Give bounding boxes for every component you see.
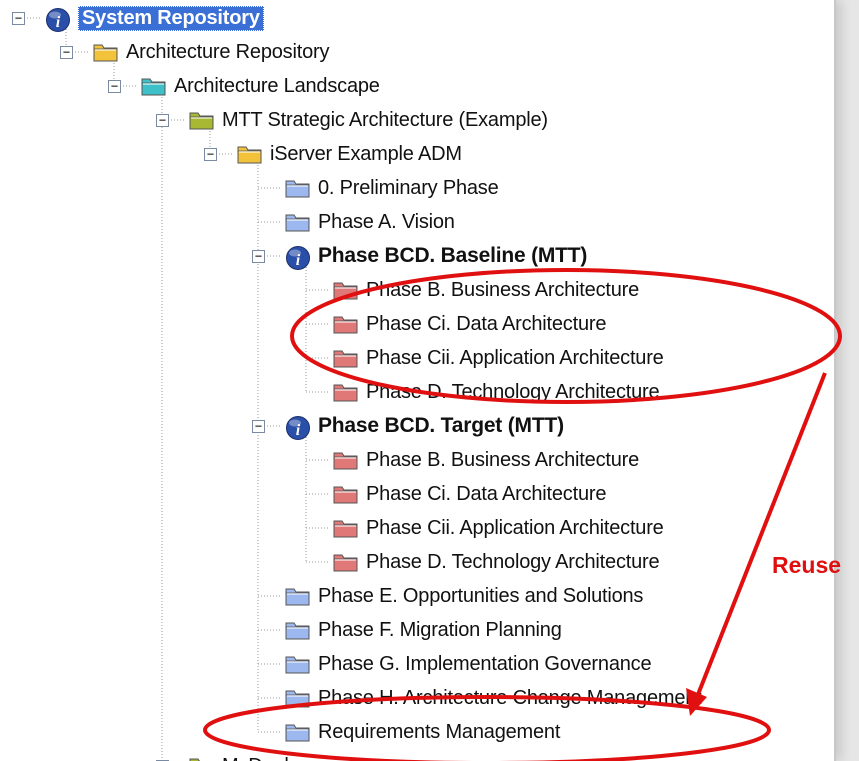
info-icon: i <box>44 7 72 32</box>
tree-node-label: Phase Ci. Data Architecture <box>366 312 607 335</box>
folder-red-icon <box>332 483 360 505</box>
tree-node-label: Phase G. Implementation Governance <box>318 652 652 675</box>
tree-node[interactable]: +MyDeals <box>156 749 299 761</box>
tree-node[interactable]: Phase B. Business Architecture <box>300 443 639 477</box>
tree-node-label: System Repository <box>78 5 264 31</box>
tree-node[interactable]: − Architecture Repository <box>60 35 329 69</box>
tree-node-label: Architecture Landscape <box>174 74 380 97</box>
collapse-toggle-icon[interactable]: − <box>204 147 217 161</box>
collapse-toggle-icon[interactable]: − <box>156 113 169 127</box>
tree-node[interactable]: Phase A. Vision <box>252 205 455 239</box>
tree-node[interactable]: − Architecture Landscape <box>108 69 380 103</box>
tree-node-label: Requirements Management <box>318 720 561 743</box>
folder-red-icon <box>332 313 360 335</box>
tree-node-label: Phase F. Migration Planning <box>318 618 562 641</box>
tree-node-label: Phase Cii. Application Architecture <box>366 346 664 369</box>
tree-node[interactable]: − i Phase BCD. Target (MTT) <box>252 409 564 443</box>
tree-node-label: MTT Strategic Architecture (Example) <box>222 108 548 131</box>
folder-blue-icon <box>284 653 312 675</box>
info-icon: i <box>284 245 312 270</box>
collapse-toggle-icon[interactable]: − <box>12 11 25 25</box>
tree-node-label: Phase Ci. Data Architecture <box>366 482 607 505</box>
folder-yellow-icon <box>92 41 120 63</box>
tree-node[interactable]: 0. Preliminary Phase <box>252 171 499 205</box>
folder-olive-icon <box>188 109 216 131</box>
folder-blue-icon <box>284 619 312 641</box>
tree-node[interactable]: Phase B. Business Architecture <box>300 273 639 307</box>
tree-node[interactable]: − iServer Example ADM <box>204 137 462 171</box>
tree-node[interactable]: Phase Cii. Application Architecture <box>300 341 664 375</box>
tree-node-label: 0. Preliminary Phase <box>318 176 499 199</box>
svg-text:i: i <box>296 252 301 269</box>
tree-node-label: Phase D. Technology Architecture <box>366 380 660 403</box>
collapse-toggle-icon[interactable]: − <box>252 249 265 263</box>
folder-red-icon <box>332 551 360 573</box>
folder-blue-icon <box>284 721 312 743</box>
tree-node[interactable]: Phase Cii. Application Architecture <box>300 511 664 545</box>
tree-node-label: Architecture Repository <box>126 40 330 63</box>
tree-node-label: Phase B. Business Architecture <box>366 448 640 471</box>
tree-node[interactable]: Phase D. Technology Architecture <box>300 545 660 579</box>
folder-teal-icon <box>140 75 168 97</box>
tree-node[interactable]: Requirements Management <box>252 715 560 749</box>
tree-node-label: Phase BCD. Baseline (MTT) <box>318 244 588 267</box>
tree-node-label: MyDeals <box>222 755 299 761</box>
svg-text:i: i <box>56 14 61 31</box>
tree-node-label: Phase BCD. Target (MTT) <box>318 414 564 437</box>
folder-red-icon <box>332 347 360 369</box>
folder-red-icon <box>332 449 360 471</box>
folder-red-icon <box>332 381 360 403</box>
folder-olive-icon <box>188 755 216 761</box>
folder-red-icon <box>332 517 360 539</box>
collapse-toggle-icon[interactable]: − <box>108 79 121 93</box>
tree-node-label: Phase D. Technology Architecture <box>366 550 660 573</box>
collapse-toggle-icon[interactable]: − <box>60 45 73 59</box>
repository-tree: − i System Repository − Architecture Reposit… <box>0 0 836 761</box>
tree-node-label: Phase B. Business Architecture <box>366 278 640 301</box>
folder-blue-icon <box>284 177 312 199</box>
folder-yellow-icon <box>236 143 264 165</box>
folder-red-icon <box>332 279 360 301</box>
folder-blue-icon <box>284 585 312 607</box>
tree-node[interactable]: Phase H. Architecture Change Management <box>252 681 702 715</box>
tree-node[interactable]: Phase F. Migration Planning <box>252 613 562 647</box>
tree-node-label: Phase E. Opportunities and Solutions <box>318 584 644 607</box>
collapse-toggle-icon[interactable]: − <box>252 419 265 433</box>
reuse-annotation-label: Reuse <box>772 552 842 578</box>
tree-node[interactable]: Phase G. Implementation Governance <box>252 647 652 681</box>
info-icon: i <box>284 415 312 440</box>
tree-node-label: Phase H. Architecture Change Management <box>318 686 702 709</box>
tree-node-label: iServer Example ADM <box>270 142 462 165</box>
tree-node[interactable]: Phase D. Technology Architecture <box>300 375 660 409</box>
tree-node[interactable]: − i System Repository <box>12 1 264 35</box>
folder-blue-icon <box>284 211 312 233</box>
tree-node[interactable]: Phase E. Opportunities and Solutions <box>252 579 643 613</box>
tree-node-label: Phase A. Vision <box>318 210 455 233</box>
tree-node[interactable]: Phase Ci. Data Architecture <box>300 477 606 511</box>
tree-node[interactable]: Phase Ci. Data Architecture <box>300 307 606 341</box>
tree-node[interactable]: − i Phase BCD. Baseline (MTT) <box>252 239 587 273</box>
svg-text:i: i <box>296 422 301 439</box>
folder-blue-icon <box>284 687 312 709</box>
tree-node-label: Phase Cii. Application Architecture <box>366 516 664 539</box>
tree-node[interactable]: − MTT Strategic Architecture (Example) <box>156 103 548 137</box>
